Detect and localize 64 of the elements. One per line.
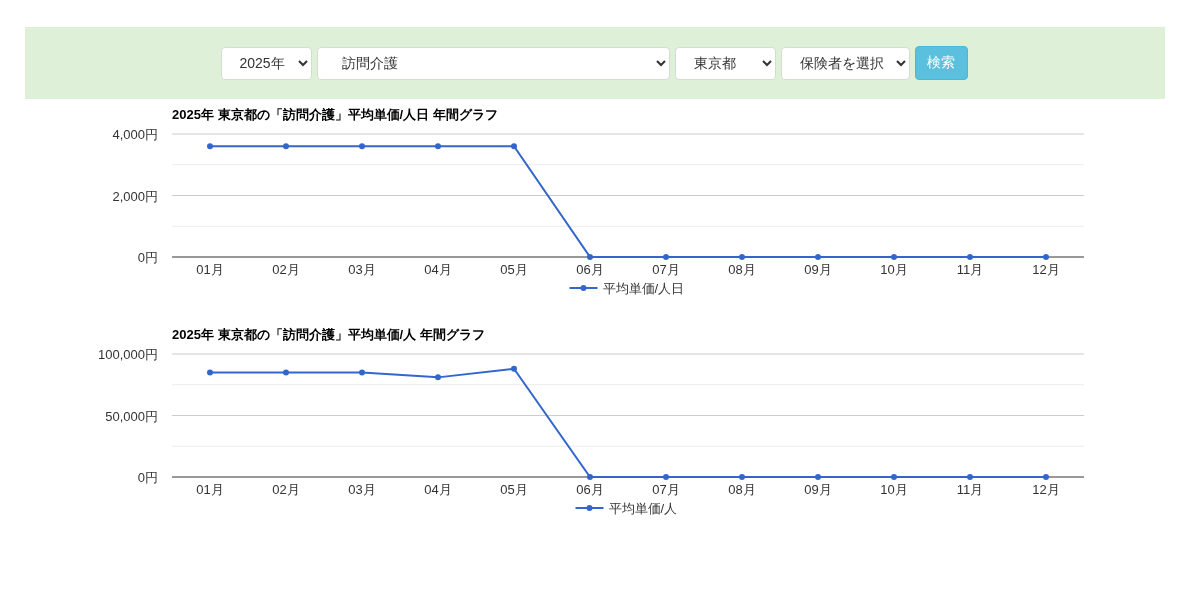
- data-point: [891, 474, 897, 480]
- data-point: [359, 143, 365, 150]
- data-point: [967, 254, 973, 260]
- data-point: [207, 143, 213, 150]
- y-axis-label: 4,000円: [112, 127, 158, 142]
- x-axis-label: 03月: [348, 482, 376, 497]
- data-point: [435, 374, 441, 381]
- y-axis-label: 0円: [137, 470, 158, 485]
- x-axis-label: 07月: [652, 482, 680, 497]
- data-point: [511, 365, 517, 372]
- x-axis-label: 06月: [576, 262, 604, 277]
- chart-title: 2025年 東京都の「訪問介護」平均単価/人 年間グラフ: [172, 327, 485, 342]
- data-point: [1043, 474, 1049, 480]
- x-axis-label: 05月: [500, 262, 528, 277]
- year-select[interactable]: 2025年: [220, 46, 312, 80]
- data-point: [587, 474, 593, 480]
- x-axis-label: 09月: [804, 482, 832, 497]
- x-axis-label: 12月: [1032, 262, 1060, 277]
- data-point: [1043, 254, 1049, 260]
- y-axis-label: 50,000円: [105, 408, 158, 424]
- x-axis-label: 03月: [348, 262, 376, 277]
- x-axis-label: 12月: [1032, 482, 1060, 497]
- x-axis-label: 08月: [728, 262, 756, 277]
- x-axis-label: 04月: [424, 262, 452, 277]
- data-point: [967, 474, 973, 480]
- data-point: [359, 369, 365, 376]
- insurer-select[interactable]: 保険者を選択: [780, 46, 910, 80]
- x-axis-label: 01月: [196, 482, 224, 497]
- data-point: [815, 474, 821, 480]
- data-point: [663, 254, 669, 260]
- y-axis-label: 0円: [137, 250, 158, 265]
- x-axis-label: 10月: [880, 482, 908, 497]
- y-axis-label: 2,000円: [112, 188, 158, 204]
- data-point: [815, 254, 821, 260]
- x-axis-label: 02月: [272, 262, 300, 277]
- x-axis-label: 07月: [652, 262, 680, 277]
- x-axis-label: 11月: [956, 262, 984, 277]
- legend-label: 平均単価/人: [608, 501, 678, 516]
- x-axis-label: 11月: [956, 482, 984, 497]
- data-point: [739, 254, 745, 260]
- x-axis-label: 08月: [728, 482, 756, 497]
- x-axis-label: 09月: [804, 262, 832, 277]
- legend-marker-icon: [568, 285, 599, 291]
- x-axis-label: 02月: [272, 482, 300, 497]
- y-axis-label: 100,000円: [98, 347, 158, 362]
- data-point: [207, 369, 213, 376]
- x-axis-label: 04月: [424, 482, 452, 497]
- data-point: [283, 369, 289, 376]
- prefecture-select[interactable]: 東京都: [674, 46, 776, 80]
- data-point: [511, 143, 517, 150]
- x-axis-label: 01月: [196, 262, 224, 277]
- x-axis-label: 05月: [500, 482, 528, 497]
- data-point: [739, 474, 745, 480]
- data-point: [435, 143, 441, 150]
- data-point: [283, 143, 289, 150]
- service-select[interactable]: 訪問介護: [316, 46, 670, 80]
- legend-label: 平均単価/人日: [602, 281, 685, 296]
- data-point: [587, 254, 593, 260]
- data-point: [663, 474, 669, 480]
- x-axis-label: 10月: [880, 262, 908, 277]
- data-point: [891, 254, 897, 260]
- x-axis-label: 06月: [576, 482, 604, 497]
- legend-marker-icon: [574, 505, 605, 511]
- chart-title: 2025年 東京都の「訪問介護」平均単価/人日 年間グラフ: [172, 107, 498, 122]
